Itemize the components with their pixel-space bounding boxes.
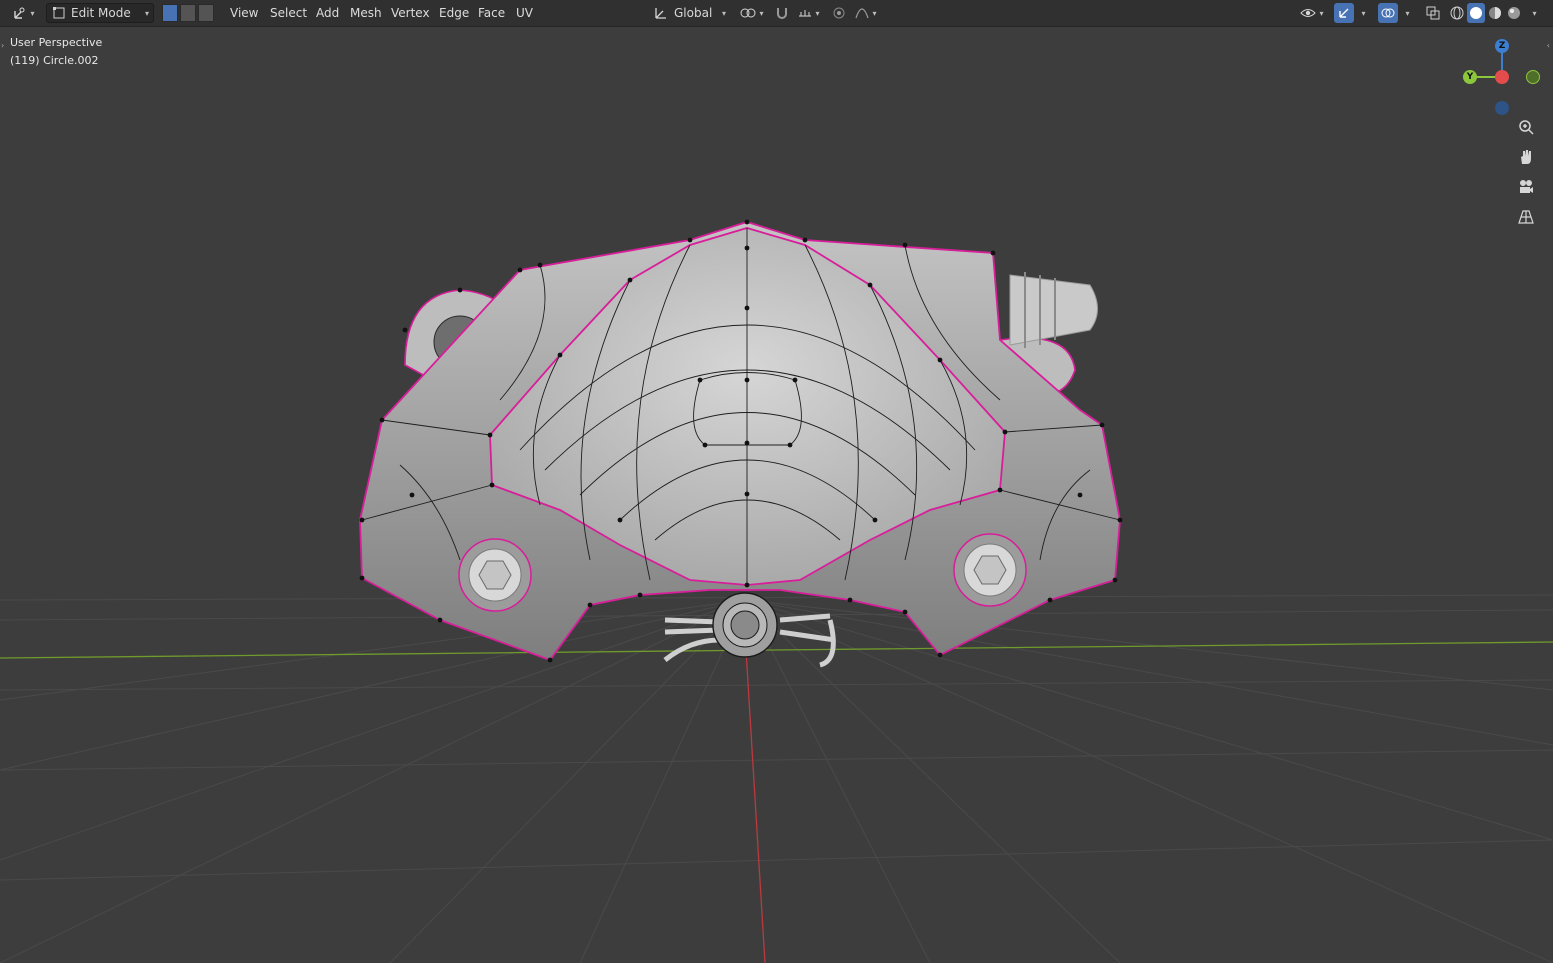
shading-solid-button[interactable] (1467, 3, 1485, 23)
eye-icon (1300, 9, 1317, 17)
grid-perspective-icon (1518, 210, 1534, 224)
navigation-gizmo[interactable]: Z Y (1458, 35, 1548, 125)
pivot-point-dropdown[interactable]: ▾ (736, 3, 768, 23)
nozzle-mesh (1009, 274, 1098, 346)
edge-select-mode-button[interactable] (180, 4, 196, 22)
perspective-toggle-button[interactable] (1518, 209, 1542, 233)
pan-button[interactable] (1518, 149, 1542, 173)
menu-view[interactable]: View (230, 6, 258, 20)
menu-uv[interactable]: UV (516, 6, 533, 20)
xray-toggle[interactable] (1424, 3, 1442, 23)
transform-gizmo-icon (14, 7, 25, 19)
shading-rendered-button[interactable] (1505, 3, 1523, 23)
object-info-label: (119) Circle.002 (10, 54, 99, 67)
transform-orientation-dropdown[interactable]: Global ▾ (650, 3, 730, 23)
edit-mode-icon (53, 7, 65, 19)
pivot-point-icon (740, 8, 756, 18)
shading-options-dropdown[interactable]: ▾ (1525, 3, 1541, 23)
shading-wireframe-button[interactable] (1448, 3, 1466, 23)
orientation-label: Global (674, 6, 713, 20)
gizmo-z-axis[interactable]: Z (1495, 39, 1509, 53)
snap-target-dropdown[interactable]: ▾ (793, 3, 825, 23)
zoom-icon (1519, 120, 1534, 135)
toolbar-expand-arrow[interactable]: › (1, 41, 4, 50)
vertex-select-mode-button[interactable] (162, 4, 178, 22)
overlays-toggle[interactable] (1378, 3, 1398, 23)
overlays-dropdown[interactable]: ▾ (1398, 3, 1414, 23)
gizmo-y-axis[interactable]: Y (1463, 70, 1477, 84)
hand-pan-icon (1521, 150, 1531, 164)
proportional-edit-toggle[interactable] (829, 3, 849, 23)
right-bolt (953, 533, 1027, 607)
wireframe-shading-icon (1450, 6, 1464, 20)
camera-view-button[interactable] (1518, 179, 1542, 203)
visibility-dropdown[interactable]: ▾ (1296, 3, 1328, 23)
y-axis-line (0, 641, 1553, 659)
mode-label: Edit Mode (71, 6, 131, 20)
view-name-label: User Perspective (10, 36, 103, 49)
3d-viewport[interactable]: User Perspective (119) Circle.002 › ‹ Z … (0, 27, 1553, 963)
viewport-scene (0, 219, 1553, 963)
snap-toggle[interactable] (772, 3, 792, 23)
rendered-shading-icon (1508, 7, 1520, 19)
menu-vertex[interactable]: Vertex (391, 6, 430, 20)
gizmo-icon (1339, 8, 1349, 18)
menu-face[interactable]: Face (478, 6, 505, 20)
shading-material-button[interactable] (1486, 3, 1504, 23)
mode-dropdown[interactable]: Edit Mode ▾ (46, 3, 154, 23)
proportional-edit-icon (833, 7, 845, 19)
falloff-dropdown[interactable]: ▾ (851, 3, 881, 23)
orientation-axes-icon (655, 8, 666, 19)
snap-increment-icon (799, 10, 812, 17)
gizmo-neg-z-axis[interactable] (1495, 101, 1509, 115)
menu-edge[interactable]: Edge (439, 6, 469, 20)
x-axis-line (745, 649, 766, 963)
zoom-button[interactable] (1518, 119, 1542, 143)
solid-shading-icon (1470, 7, 1482, 19)
mesh-object[interactable] (359, 219, 1123, 668)
falloff-curve-icon (855, 8, 870, 19)
gizmo-toggle[interactable] (1334, 3, 1354, 23)
menu-add[interactable]: Add (316, 6, 339, 20)
overlays-icon (1381, 8, 1395, 18)
gizmo-x-axis[interactable] (1495, 70, 1509, 84)
menu-select[interactable]: Select (270, 6, 307, 20)
left-bolt (458, 538, 532, 612)
menu-mesh[interactable]: Mesh (350, 6, 382, 20)
snap-magnet-icon (777, 8, 787, 19)
face-select-mode-button[interactable] (198, 4, 214, 22)
gizmo-dropdown[interactable]: ▾ (1354, 3, 1370, 23)
camera-icon (1520, 180, 1533, 193)
xray-icon (1426, 6, 1440, 20)
editor-type-button[interactable]: ▾ (8, 3, 40, 23)
gizmo-neg-y-axis[interactable] (1526, 70, 1540, 84)
viewport-header: ▾ Edit Mode ▾ View Select Add Mesh Verte… (0, 0, 1553, 27)
material-shading-icon (1489, 7, 1501, 19)
